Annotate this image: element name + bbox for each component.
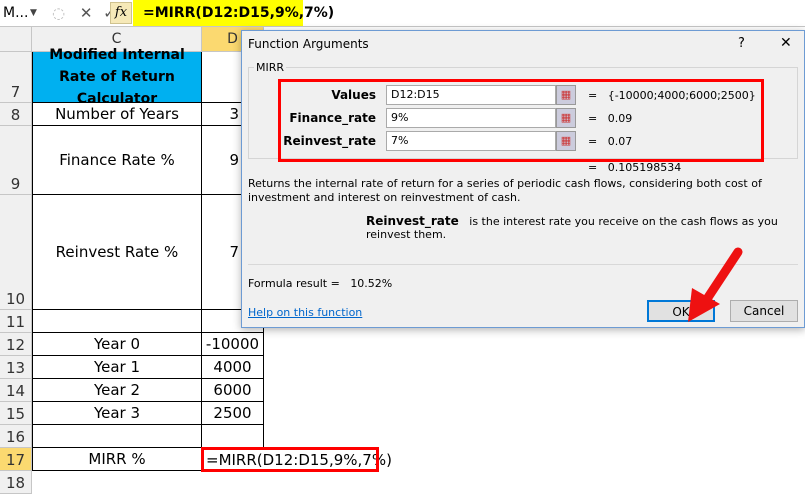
row-header[interactable]: 18 [0,471,32,494]
cell-c17[interactable]: MIRR % [32,448,202,471]
cell-c8[interactable]: Number of Years [32,103,202,126]
dialog-title: Function Arguments [248,37,369,51]
row-header[interactable]: 17 [0,448,32,471]
values-result: = {-10000;4000;6000;2500} [588,89,756,102]
formula-buttons: ◌ ✕ ✓ [52,3,116,23]
cell-d16[interactable] [202,425,264,448]
formula-bar: M... ▼ ◌ ✕ ✓ fx =MIRR(D12:D15,9%,7%) [0,0,805,27]
cell-c14[interactable]: Year 2 [32,379,202,402]
cell-c16[interactable] [32,425,202,448]
group-label: MIRR [254,61,287,74]
reinvest-rate-input[interactable]: 7% [386,131,556,151]
row-header[interactable]: 10 [0,195,32,310]
cell-c13[interactable]: Year 1 [32,356,202,379]
argument-help: Reinvest_rate is the interest rate you r… [366,214,778,241]
formula-result: Formula result = 10.52% [248,277,393,290]
finance-rate-input[interactable]: 9% [386,108,556,128]
red-arrow-annotation [688,247,743,322]
row-header[interactable]: 15 [0,402,32,425]
cell-d15[interactable]: 2500 [202,402,264,425]
cell-d14[interactable]: 6000 [202,379,264,402]
reinvest-rate-label: Reinvest_rate [283,134,376,148]
cell-d13[interactable]: 4000 [202,356,264,379]
formula-input[interactable]: =MIRR(D12:D15,9%,7%) [133,0,334,26]
row-header[interactable]: 14 [0,379,32,402]
cell-c11[interactable] [32,310,202,333]
row-header[interactable]: 12 [0,333,32,356]
row-header[interactable]: 8 [0,103,32,126]
row-header[interactable]: 7 [0,52,32,103]
range-select-icon[interactable]: ▦ [556,85,576,105]
close-button[interactable]: ✕ [780,35,792,51]
values-input[interactable]: D12:D15 [386,85,556,105]
row-header[interactable]: 16 [0,425,32,448]
cell-c15[interactable]: Year 3 [32,402,202,425]
range-select-icon[interactable]: ▦ [556,108,576,128]
range-select-icon[interactable]: ▦ [556,131,576,151]
finance-rate-result: = 0.09 [588,112,633,125]
select-all-corner[interactable] [0,27,32,52]
name-box[interactable]: M... [0,2,46,24]
row-header[interactable]: 9 [0,126,32,195]
cell-d12[interactable]: -10000 [202,333,264,356]
row-header[interactable]: 13 [0,356,32,379]
cell-c7[interactable]: Modified Internal Rate of Return Calcula… [32,47,202,107]
cell-c12[interactable]: Year 0 [32,333,202,356]
help-button[interactable]: ? [738,36,745,51]
reinvest-rate-result: = 0.07 [588,135,633,148]
cancel-icon[interactable]: ✕ [80,4,93,22]
total-result: = 0.105198534 [588,161,682,174]
scroll-handle-icon: ◌ [52,4,66,22]
name-box-dropdown-icon[interactable]: ▼ [30,2,37,24]
cell-c10[interactable]: Reinvest Rate % [32,195,202,310]
finance-rate-label: Finance_rate [289,111,376,125]
values-label: Values [331,88,376,102]
highlight-box [201,447,379,472]
cell-c9[interactable]: Finance Rate % [32,126,202,195]
insert-function-icon[interactable]: fx [110,2,132,24]
function-description: Returns the internal rate of return for … [248,177,762,204]
help-link[interactable]: Help on this function [248,306,362,319]
row-header[interactable]: 11 [0,310,32,333]
